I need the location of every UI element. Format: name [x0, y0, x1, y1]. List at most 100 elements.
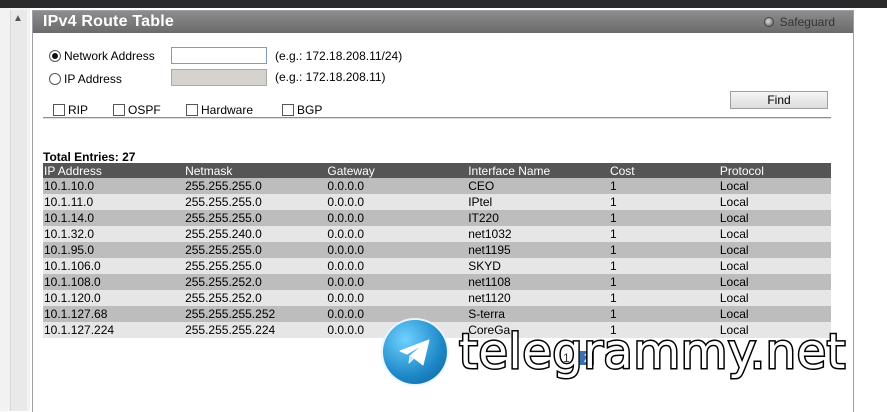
cell-gateway: 0.0.0.0 [326, 210, 468, 226]
cell-netmask: 255.255.255.0 [184, 242, 327, 258]
scrollbar[interactable] [10, 10, 27, 411]
cell-netmask: 255.255.252.0 [184, 290, 327, 306]
column-header-interface-name: Interface Name [467, 163, 609, 178]
cell-protocol: Local [718, 274, 831, 290]
panel-title-bar: IPv4 Route Table Safeguard [33, 11, 853, 33]
search-form: Network Address (e.g.: 172.18.208.11/24)… [49, 45, 849, 125]
table-row: 10.1.10.0 255.255.255.0 0.0.0.0 CEO 1 Local [43, 178, 831, 194]
cell-ip-address: 10.1.120.0 [43, 290, 185, 306]
hardware-checkbox[interactable] [186, 104, 198, 116]
column-header-cost: Cost [608, 163, 719, 178]
table-header-row: IP Address Netmask Gateway Interface Nam… [43, 163, 831, 178]
rip-label: RIP [68, 103, 89, 117]
cell-netmask: 255.255.255.252 [184, 306, 327, 322]
watermark-text: telegrammy.net [458, 324, 847, 380]
cell-interface-name: net1108 [467, 274, 609, 290]
safeguard-indicator[interactable]: Safeguard [763, 15, 835, 29]
hardware-label: Hardware [201, 103, 254, 117]
ospf-checkbox-option[interactable]: OSPF [113, 103, 161, 117]
cell-cost: 1 [608, 226, 719, 242]
scroll-up-icon[interactable]: ▲ [12, 14, 24, 24]
cell-cost: 1 [608, 178, 719, 194]
cell-protocol: Local [718, 178, 831, 194]
cell-gateway: 0.0.0.0 [326, 290, 468, 306]
cell-ip-address: 10.1.95.0 [43, 242, 185, 258]
table-row: 10.1.32.0 255.255.240.0 0.0.0.0 net1032 1 Loc… [43, 226, 831, 242]
ospf-label: OSPF [128, 103, 161, 117]
column-header-ip-address: IP Address [43, 163, 185, 178]
telegram-logo-icon [383, 320, 447, 384]
cell-netmask: 255.255.240.0 [184, 226, 327, 242]
top-bar [0, 0, 887, 8]
cell-netmask: 255.255.255.0 [184, 178, 327, 194]
cell-gateway: 0.0.0.0 [326, 226, 468, 242]
ospf-checkbox[interactable] [113, 104, 125, 116]
rip-checkbox[interactable] [53, 104, 65, 116]
form-divider [43, 117, 831, 119]
ip-address-option[interactable]: IP Address [49, 72, 122, 86]
ip-address-input[interactable] [171, 69, 267, 86]
cell-ip-address: 10.1.10.0 [43, 178, 185, 194]
cell-gateway: 0.0.0.0 [326, 194, 468, 210]
column-header-netmask: Netmask [184, 163, 327, 178]
cell-ip-address: 10.1.32.0 [43, 226, 185, 242]
cell-cost: 1 [608, 274, 719, 290]
cell-protocol: Local [718, 194, 831, 210]
cell-netmask: 255.255.255.224 [184, 322, 327, 338]
cell-protocol: Local [718, 210, 831, 226]
column-header-protocol: Protocol [718, 163, 831, 178]
network-address-input[interactable] [171, 47, 267, 64]
safeguard-icon [763, 17, 774, 27]
cell-cost: 1 [608, 210, 719, 226]
cell-netmask: 255.255.255.0 [184, 210, 327, 226]
bgp-label: BGP [297, 103, 323, 117]
network-address-option[interactable]: Network Address [49, 49, 155, 63]
cell-gateway: 0.0.0.0 [326, 178, 468, 194]
ip-address-radio[interactable] [49, 73, 61, 85]
table-row: 10.1.11.0 255.255.255.0 0.0.0.0 IPtel 1 Local [43, 194, 831, 210]
column-header-gateway: Gateway [326, 163, 468, 178]
bgp-checkbox[interactable] [282, 104, 294, 116]
cell-ip-address: 10.1.127.224 [43, 322, 185, 338]
cell-cost: 1 [608, 290, 719, 306]
ip-address-hint: (e.g.: 172.18.208.11) [275, 70, 386, 84]
cell-interface-name: CEO [467, 178, 609, 194]
find-button[interactable]: Find [730, 91, 828, 109]
cell-ip-address: 10.1.127.68 [43, 306, 185, 322]
cell-interface-name: IPtel [467, 194, 609, 210]
cell-cost: 1 [608, 258, 719, 274]
cell-protocol: Local [718, 258, 831, 274]
cell-gateway: 0.0.0.0 [326, 242, 468, 258]
network-address-label: Network Address [64, 49, 155, 63]
table-row: 10.1.106.0 255.255.255.0 0.0.0.0 SKYD 1 Local [43, 258, 831, 274]
cell-ip-address: 10.1.14.0 [43, 210, 185, 226]
cell-ip-address: 10.1.11.0 [43, 194, 185, 210]
network-address-hint: (e.g.: 172.18.208.11/24) [275, 49, 403, 63]
safeguard-label: Safeguard [779, 15, 835, 29]
route-table: IP Address Netmask Gateway Interface Nam… [43, 163, 831, 338]
cell-interface-name: SKYD [467, 258, 609, 274]
table-row: 10.1.108.0 255.255.252.0 0.0.0.0 net1108 1 Lo… [43, 274, 831, 290]
table-row: 10.1.120.0 255.255.252.0 0.0.0.0 net1120 1 Lo… [43, 290, 831, 306]
cell-gateway: 0.0.0.0 [326, 274, 468, 290]
cell-ip-address: 10.1.108.0 [43, 274, 185, 290]
cell-protocol: Local [718, 242, 831, 258]
network-address-radio[interactable] [49, 50, 61, 62]
bgp-checkbox-option[interactable]: BGP [282, 103, 322, 117]
ip-address-label: IP Address [64, 72, 122, 86]
hardware-checkbox-option[interactable]: Hardware [186, 103, 253, 117]
cell-gateway: 0.0.0.0 [326, 258, 468, 274]
cell-netmask: 255.255.255.0 [184, 194, 327, 210]
cell-netmask: 255.255.252.0 [184, 274, 327, 290]
rip-checkbox-option[interactable]: RIP [53, 103, 88, 117]
cell-cost: 1 [608, 194, 719, 210]
cell-cost: 1 [608, 242, 719, 258]
watermark: telegrammy.net [383, 318, 871, 386]
page-title: IPv4 Route Table [43, 13, 174, 30]
table-row: 10.1.95.0 255.255.255.0 0.0.0.0 net1195 1 Loc… [43, 242, 831, 258]
cell-interface-name: net1195 [467, 242, 609, 258]
cell-interface-name: net1120 [467, 290, 609, 306]
cell-interface-name: net1032 [467, 226, 609, 242]
cell-protocol: Local [718, 226, 831, 242]
cell-interface-name: IT220 [467, 210, 609, 226]
